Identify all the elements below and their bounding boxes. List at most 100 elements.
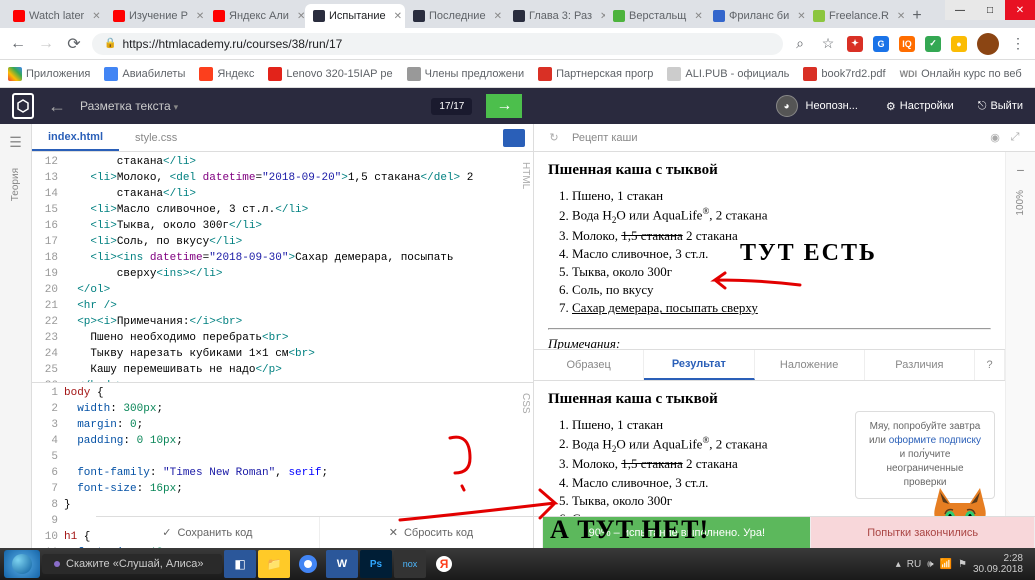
minus-icon[interactable]: −: [1011, 160, 1031, 180]
close-icon[interactable]: ✕: [297, 11, 305, 22]
bookmark-item[interactable]: Авиабилеты: [104, 67, 185, 81]
html-editor[interactable]: 121314151617181920212223242526 стакана</…: [32, 152, 533, 382]
task-word[interactable]: W: [326, 550, 358, 578]
close-icon[interactable]: ✕: [797, 11, 805, 22]
save-button[interactable]: ✓Сохранить код: [96, 517, 320, 548]
tray-icon[interactable]: 🕪: [927, 559, 933, 570]
html-label: HTML: [520, 162, 531, 189]
search-icon[interactable]: ⌕: [791, 35, 809, 53]
settings-link[interactable]: ⚙Настройки: [886, 100, 954, 113]
bookmark-item[interactable]: Партнерская прогр: [538, 67, 653, 81]
tab-diff[interactable]: Различия: [865, 350, 975, 380]
browser-tab[interactable]: Верстальщ✕: [605, 4, 705, 28]
code-content[interactable]: стакана</li> <li>Молоко, <del datetime="…: [64, 152, 533, 382]
next-button[interactable]: →: [486, 94, 522, 118]
bookmark-item[interactable]: Яндекс: [199, 67, 254, 81]
window-minimize[interactable]: —: [945, 0, 975, 20]
task-chrome[interactable]: [292, 550, 324, 578]
new-tab-button[interactable]: +: [905, 4, 929, 28]
extension-icon[interactable]: ✦: [847, 36, 863, 52]
bookmark-item[interactable]: Члены предложени: [407, 67, 525, 81]
reload-button[interactable]: ⟳: [64, 34, 84, 54]
window-maximize[interactable]: □: [975, 0, 1005, 20]
layout-button[interactable]: [503, 129, 525, 147]
task-explorer[interactable]: 📁: [258, 550, 290, 578]
chevron-down-icon: ▾: [174, 102, 179, 112]
tab-result[interactable]: Результат: [644, 350, 754, 380]
extension-icon[interactable]: IQ: [899, 36, 915, 52]
lang-indicator[interactable]: RU: [907, 559, 921, 570]
subscribe-link[interactable]: оформите подписку: [889, 435, 981, 446]
recipe-item: Тыква, около 300г: [572, 263, 991, 281]
browser-tab[interactable]: Яндекс Али✕: [205, 4, 305, 28]
file-tab-html[interactable]: index.html: [32, 124, 119, 151]
close-icon[interactable]: ✕: [694, 11, 702, 22]
tray-icon[interactable]: 📶: [940, 559, 952, 570]
close-icon[interactable]: ✕: [897, 11, 905, 22]
browser-tab[interactable]: Freelance.R✕: [805, 4, 905, 28]
close-icon[interactable]: ✕: [92, 11, 100, 22]
extension-icon[interactable]: G: [873, 36, 889, 52]
apps-button[interactable]: Приложения: [8, 67, 90, 81]
menu-icon[interactable]: ⋮: [1009, 35, 1027, 53]
star-icon[interactable]: ☆: [819, 35, 837, 53]
bookmark-item[interactable]: WDIОнлайн курс по веб: [900, 68, 1022, 80]
eye-icon[interactable]: ◉: [985, 131, 1005, 144]
system-tray[interactable]: ▴ RU 🕪 📶 ⚑ 2:28 30.09.2018: [896, 553, 1031, 575]
url-input[interactable]: 🔒 https://htmlacademy.ru/courses/38/run/…: [92, 33, 783, 55]
browser-tab-active[interactable]: Испытание✕: [305, 4, 405, 28]
username[interactable]: Неопозн...: [806, 100, 858, 112]
youtube-icon: [213, 10, 225, 22]
alice-search[interactable]: Скажите «Слушай, Алиса»: [42, 554, 222, 574]
recipe-title: Пшенная каша с тыквой: [548, 391, 991, 408]
bookmark-icon: [407, 67, 421, 81]
file-tab-css[interactable]: style.css: [119, 124, 193, 151]
expand-icon[interactable]: ⤢: [1005, 131, 1025, 144]
browser-tab[interactable]: Последние✕: [405, 4, 505, 28]
refresh-icon[interactable]: ↻: [544, 131, 564, 144]
taskbar: Скажите «Слушай, Алиса» ◧ 📁 W Ps nox Я ▴…: [0, 548, 1035, 580]
task-yandex[interactable]: Я: [428, 550, 460, 578]
close-icon[interactable]: ✕: [394, 11, 402, 22]
exit-link[interactable]: ⎋Выйти: [978, 100, 1023, 113]
close-icon[interactable]: ✕: [196, 11, 204, 22]
task-icon[interactable]: ◧: [224, 550, 256, 578]
browser-tab[interactable]: Watch later✕: [5, 4, 105, 28]
profile-avatar[interactable]: [977, 33, 999, 55]
task-photoshop[interactable]: Ps: [360, 550, 392, 578]
window-close[interactable]: ✕: [1005, 0, 1035, 20]
close-icon[interactable]: ✕: [494, 11, 502, 22]
extension-icon[interactable]: ●: [951, 36, 967, 52]
menu-toggle[interactable]: ☰: [6, 132, 26, 152]
bookmark-item[interactable]: Lenovo 320-15IAP ре: [268, 67, 392, 81]
bookmark-item[interactable]: book7rd2.pdf: [803, 67, 885, 81]
clock[interactable]: 2:28 30.09.2018: [973, 553, 1023, 575]
tab-overlay[interactable]: Наложение: [755, 350, 865, 380]
theory-label[interactable]: Теория: [10, 168, 21, 201]
forward-button[interactable]: →: [36, 34, 56, 54]
start-button[interactable]: [4, 550, 40, 578]
tray-chevron-icon[interactable]: ▴: [896, 559, 901, 570]
reset-button[interactable]: ✕Сбросить код: [320, 517, 544, 548]
browser-tab[interactable]: Глава 3: Раз✕: [505, 4, 605, 28]
back-arrow[interactable]: ←: [48, 96, 66, 117]
tray-icon[interactable]: ⚑: [958, 559, 967, 570]
browser-tab[interactable]: Фриланс би✕: [705, 4, 805, 28]
yandex-icon: [199, 67, 213, 81]
bookmark-icon: [538, 67, 552, 81]
course-title[interactable]: Разметка текста▾: [80, 99, 178, 113]
bookmark-item[interactable]: ALI.PUB - официаль: [667, 67, 789, 81]
tab-sample[interactable]: Образец: [534, 350, 644, 380]
back-button[interactable]: ←: [8, 34, 28, 54]
gear-icon: ⚙: [886, 100, 896, 113]
task-nox[interactable]: nox: [394, 550, 426, 578]
bookmarks-bar: Приложения Авиабилеты Яндекс Lenovo 320-…: [0, 60, 1035, 88]
wiki-icon: [713, 10, 725, 22]
left-sidebar: ☰ Теория: [0, 124, 32, 548]
extension-icon[interactable]: ✓: [925, 36, 941, 52]
recipe-item: Вода H2O или AquaLife®, 2 стакана: [572, 205, 991, 227]
app-logo[interactable]: [12, 93, 34, 119]
browser-tab[interactable]: Изучение P✕: [105, 4, 205, 28]
user-avatar[interactable]: ◕: [776, 95, 798, 117]
tab-help[interactable]: ?: [975, 350, 1005, 380]
